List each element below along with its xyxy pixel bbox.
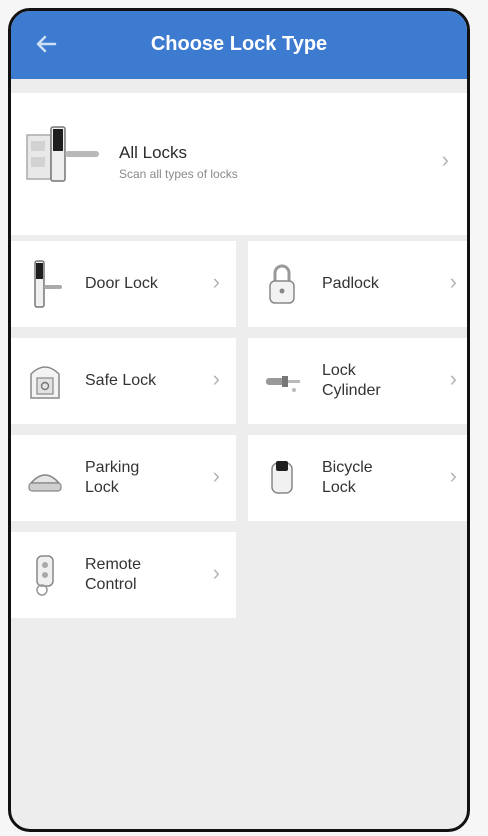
app-header: Choose Lock Type [11, 11, 467, 79]
tile-label: Door Lock [85, 275, 158, 292]
tile-label: Parking Lock [85, 459, 140, 496]
bicycle-lock-icon [271, 461, 293, 494]
tile-label: Bicycle Lock [322, 459, 373, 496]
chevron-right-icon: › [441, 147, 449, 172]
tile-door-lock[interactable]: Door Lock › [11, 241, 236, 327]
tile-padlock[interactable]: Padlock › [248, 241, 467, 327]
all-locks-card[interactable]: All Locks Scan all types of locks › [11, 93, 467, 235]
tile-label: Safe Lock [85, 372, 157, 389]
chevron-right-icon: › [449, 463, 457, 488]
lock-cylinder-icon [266, 376, 300, 392]
safe-lock-icon [30, 366, 60, 399]
page-title: Choose Lock Type [150, 33, 328, 55]
chevron-right-icon: › [449, 366, 457, 391]
tile-remote-control[interactable]: Remote Control › [11, 532, 236, 618]
tile-label: Remote Control [85, 556, 142, 593]
padlock-icon [269, 264, 295, 304]
chevron-right-icon: › [212, 269, 220, 294]
tile-bicycle-lock[interactable]: Bicycle Lock › [248, 435, 467, 521]
chevron-right-icon: › [449, 269, 457, 294]
tile-label: Lock Cylinder [322, 362, 381, 399]
parking-lock-icon [28, 474, 62, 492]
all-locks-title: All Locks [119, 143, 188, 162]
tile-lock-cylinder[interactable]: Lock Cylinder › [248, 338, 467, 424]
chevron-right-icon: › [212, 463, 220, 488]
tile-safe-lock[interactable]: Safe Lock › [11, 338, 236, 424]
chevron-right-icon: › [212, 560, 220, 585]
tile-parking-lock[interactable]: Parking Lock › [11, 435, 236, 521]
all-locks-icon [26, 126, 99, 182]
door-lock-icon [34, 260, 62, 308]
tile-label: Padlock [322, 275, 379, 292]
all-locks-subtitle: Scan all types of locks [119, 167, 238, 181]
phone-frame: Choose Lock Type All Locks Scan all type… [8, 8, 470, 832]
chevron-right-icon: › [212, 366, 220, 391]
remote-control-icon [36, 555, 54, 596]
